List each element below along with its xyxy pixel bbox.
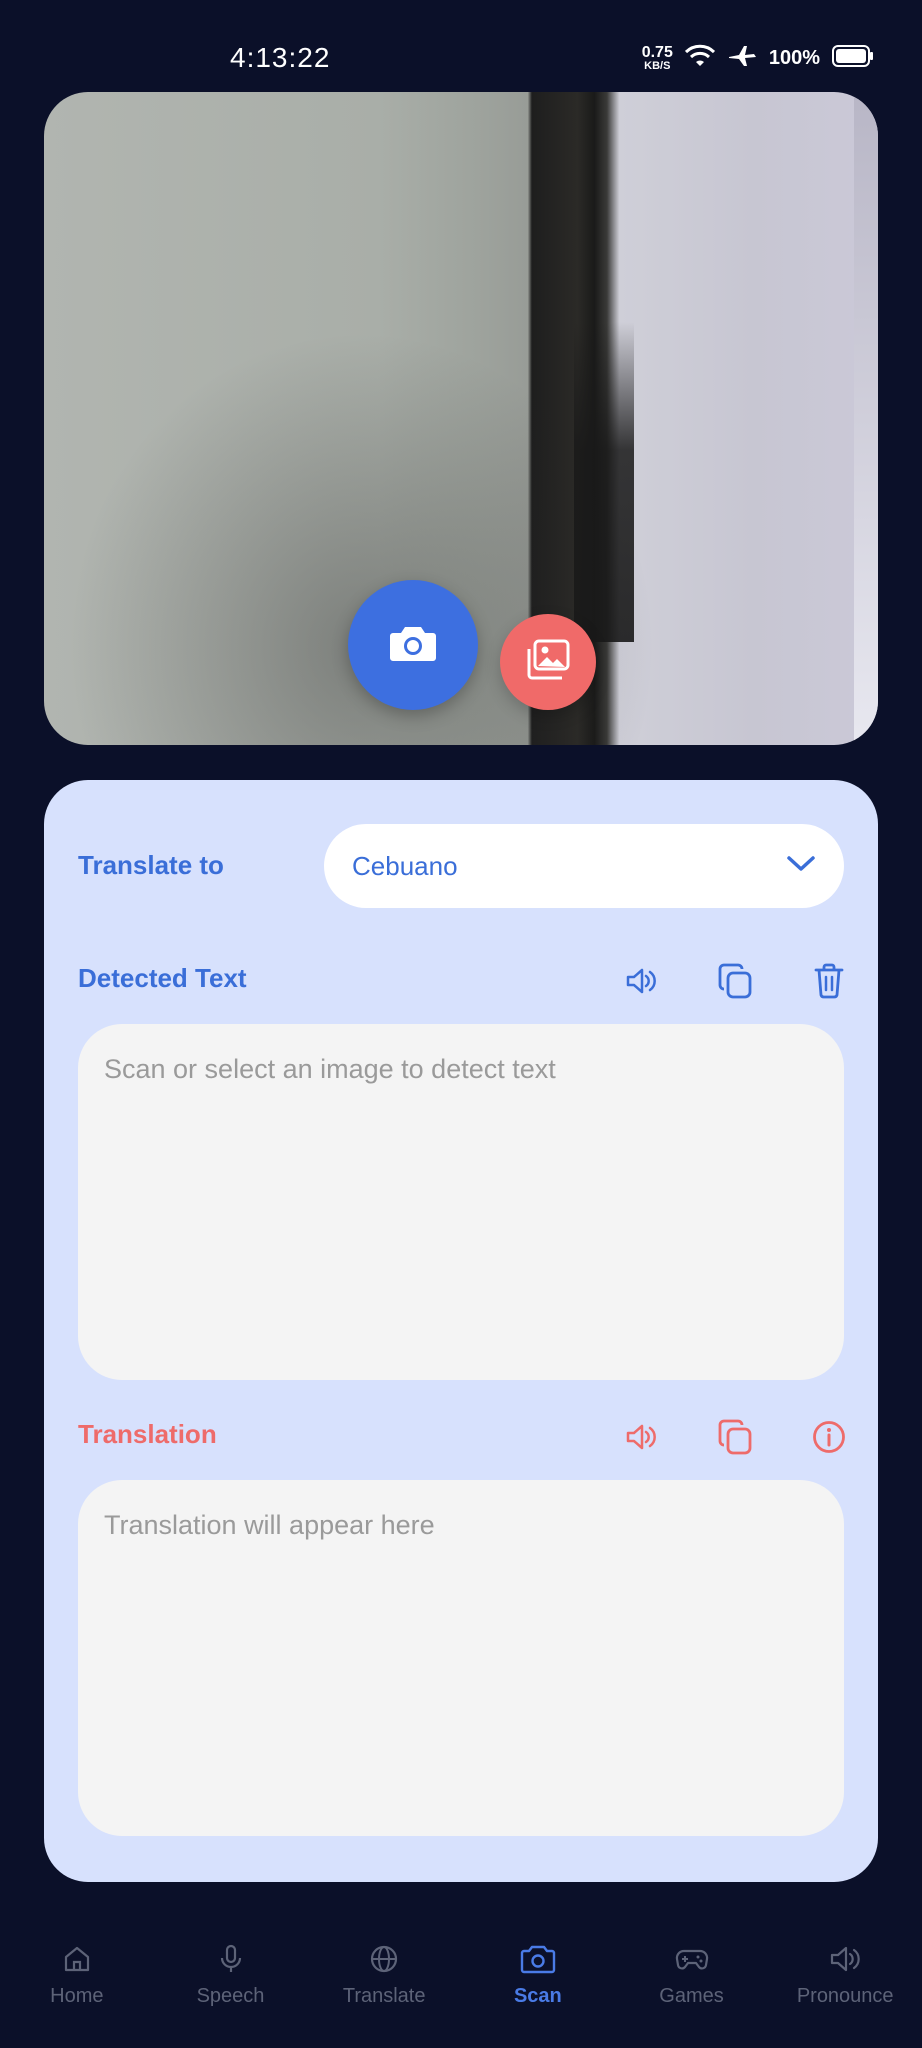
battery-icon <box>832 45 874 72</box>
network-speed-unit: KB/S <box>644 60 671 72</box>
capture-button[interactable] <box>348 580 478 710</box>
translate-to-label: Translate to <box>78 850 224 880</box>
speaker-icon <box>625 967 657 1000</box>
camera-icon <box>389 623 437 668</box>
language-dropdown[interactable]: Cebuano <box>324 824 844 908</box>
detected-text-field[interactable]: Scan or select an image to detect text <box>78 1024 844 1380</box>
camera-icon <box>520 1944 556 1979</box>
nav-games[interactable]: Games <box>615 1930 769 2048</box>
translation-panel: Translate to Cebuano Detected Text Scan … <box>44 780 878 1882</box>
speak-translation-button[interactable] <box>594 1414 688 1464</box>
camera-scene-detail <box>574 322 634 642</box>
nav-translate[interactable]: Translate <box>307 1930 461 2048</box>
speaker-icon <box>829 1944 861 1979</box>
camera-preview[interactable] <box>44 92 878 745</box>
status-icons: 0.75 KB/S 100% <box>642 44 874 73</box>
gamepad-icon <box>675 1944 709 1979</box>
detected-text-actions <box>594 958 876 1008</box>
home-icon <box>62 1944 92 1979</box>
copy-detected-button[interactable] <box>688 958 782 1008</box>
trash-icon <box>814 963 844 1004</box>
nav-label: Translate <box>342 1985 426 2007</box>
translation-label: Translation <box>78 1419 217 1449</box>
nav-label: Speech <box>196 1985 265 2007</box>
battery-percentage: 100% <box>768 47 820 69</box>
bottom-navigation: Home Speech Translate Scan Games Pronoun… <box>0 1930 922 2048</box>
copy-icon <box>718 963 752 1004</box>
network-speed: 0.75 KB/S <box>642 45 673 72</box>
info-icon <box>812 1420 846 1459</box>
globe-icon <box>369 1944 399 1979</box>
nav-scan[interactable]: Scan <box>461 1930 615 2048</box>
nav-label: Home <box>50 1985 104 2007</box>
chevron-down-icon <box>786 854 816 879</box>
translation-output-field[interactable]: Translation will appear here <box>78 1480 844 1836</box>
camera-scene-light <box>854 92 878 745</box>
nav-label: Scan <box>513 1985 562 2007</box>
speak-detected-button[interactable] <box>594 958 688 1008</box>
network-speed-value: 0.75 <box>641 44 673 61</box>
speaker-icon <box>625 1423 657 1456</box>
translation-info-button[interactable] <box>782 1414 876 1464</box>
copy-translation-button[interactable] <box>688 1414 782 1464</box>
airplane-mode-icon <box>727 44 757 73</box>
wifi-icon <box>684 44 715 73</box>
nav-speech[interactable]: Speech <box>154 1930 308 2048</box>
selected-language: Cebuano <box>352 850 458 881</box>
status-time: 4:13:22 <box>230 42 331 73</box>
nav-home[interactable]: Home <box>0 1930 154 2048</box>
image-gallery-icon <box>525 639 571 686</box>
mic-icon <box>216 1944 246 1979</box>
nav-label: Pronounce <box>796 1985 894 2007</box>
gallery-button[interactable] <box>500 614 596 710</box>
translation-actions <box>594 1414 876 1464</box>
detected-text-label: Detected Text <box>78 963 247 993</box>
nav-pronounce[interactable]: Pronounce <box>768 1930 922 2048</box>
nav-label: Games <box>659 1985 724 2007</box>
copy-icon <box>718 1419 752 1460</box>
status-bar: 4:13:22 0.75 KB/S 100% <box>0 0 922 90</box>
clear-detected-button[interactable] <box>782 958 876 1008</box>
